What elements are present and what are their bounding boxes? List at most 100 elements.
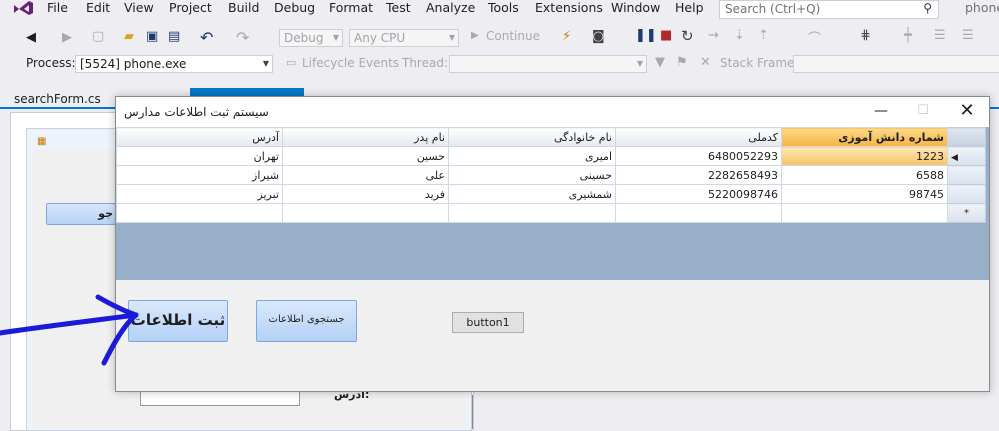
format-icon[interactable]: ⋕ <box>860 28 871 43</box>
cell-national-code[interactable]: 6480052293 <box>615 146 782 166</box>
menu-view[interactable]: View <box>124 0 154 18</box>
configuration-combo[interactable]: Debug ▼ <box>279 29 343 47</box>
continue-play-icon: ▶ <box>471 30 479 41</box>
register-info-button[interactable]: ثبت اطلاعات <box>128 300 228 342</box>
align-left-icon[interactable]: ☰ <box>934 28 946 43</box>
row-header[interactable] <box>947 165 986 185</box>
table-row-new[interactable]: * <box>116 203 986 223</box>
menu-extensions[interactable]: Extensions <box>535 0 603 18</box>
minimize-icon[interactable]: — <box>866 99 896 125</box>
menu-test[interactable]: Test <box>386 0 411 18</box>
search-info-button[interactable]: جستجوی اطلاعات <box>256 300 357 342</box>
search-input[interactable]: Search (Ctrl+Q) ⚲ <box>719 0 939 19</box>
hot-reload-icon[interactable]: ⚡ <box>562 29 571 44</box>
cell-national-code[interactable]: 2282658493 <box>615 165 782 185</box>
new-row-marker[interactable]: * <box>947 203 986 223</box>
table-row[interactable]: شیراز علی حسینی 2282658493 6588 <box>116 165 986 185</box>
column-header-national-code[interactable]: کدملی <box>615 127 782 147</box>
menu-edit[interactable]: Edit <box>86 0 110 18</box>
forward-icon[interactable]: ▶ <box>62 30 72 45</box>
chevron-down-icon: ▼ <box>448 33 455 42</box>
row-header-current[interactable]: ◀ <box>947 146 986 166</box>
flag-icon[interactable]: ⚑ <box>676 55 688 70</box>
process-combo[interactable]: [5524] phone.exe ▼ <box>75 55 273 73</box>
window-title: سیستم ثبت اطلاعات مدارس <box>124 105 269 119</box>
cell-student-number[interactable]: 98745 <box>781 184 948 204</box>
menu-project[interactable]: Project <box>169 0 212 18</box>
toggle-icon[interactable]: ✕ <box>700 55 711 70</box>
cell-address[interactable]: تهران <box>116 146 283 166</box>
platform-combo[interactable]: Any CPU ▼ <box>349 29 459 47</box>
menu-build[interactable]: Build <box>228 0 259 18</box>
cell-empty[interactable] <box>116 203 283 223</box>
designer-search-button[interactable]: جو <box>46 203 116 225</box>
back-icon[interactable]: ◀ <box>26 30 36 45</box>
tab-searchform[interactable]: searchForm.cs <box>0 88 112 108</box>
column-header-last-name[interactable]: نام خانوادگی <box>448 127 616 147</box>
stack-frame-combo[interactable] <box>793 55 999 73</box>
table-row[interactable]: تبریز فرید شمشیری 5220098746 98745 <box>116 184 986 204</box>
column-header-address[interactable]: آدرس <box>116 127 283 147</box>
button1[interactable]: button1 <box>452 312 524 333</box>
step-into-icon[interactable]: → <box>708 28 719 43</box>
menu-file[interactable]: File <box>47 0 68 18</box>
cell-father-name[interactable]: فرید <box>282 184 449 204</box>
menu-tools[interactable]: Tools <box>488 0 519 18</box>
align-center-icon[interactable]: ☰ <box>962 28 974 43</box>
cell-last-name[interactable]: حسینی <box>448 165 616 185</box>
step-out-icon[interactable]: ⇡ <box>758 28 769 43</box>
filter-icon[interactable]: ▼ <box>655 55 665 70</box>
close-icon[interactable]: ✕ <box>952 99 982 125</box>
lifecycle-events-button[interactable]: Lifecycle Events <box>302 54 399 72</box>
search-button-label: جستجوی اطلاعات <box>268 314 345 325</box>
align-icon[interactable]: ┿ <box>904 28 912 43</box>
search-icon: ⚲ <box>923 1 932 15</box>
column-header-student-number[interactable]: شماره دانش آموزی <box>781 127 948 147</box>
cell-address[interactable]: تبریز <box>116 184 283 204</box>
undo-icon[interactable]: ↶ <box>200 28 213 47</box>
cell-empty[interactable] <box>615 203 782 223</box>
register-button-label: ثبت اطلاعات <box>130 311 226 329</box>
grid-corner-header[interactable] <box>947 127 986 147</box>
row-header[interactable] <box>947 184 986 204</box>
pause-icon[interactable]: ❚❚ <box>635 28 657 43</box>
cell-address[interactable]: شیراز <box>116 165 283 185</box>
window-titlebar[interactable]: سیستم ثبت اطلاعات مدارس — ☐ ✕ <box>116 97 989 127</box>
stop-icon[interactable]: ■ <box>660 28 672 43</box>
lifecycle-icon: ▭ <box>286 56 297 69</box>
new-item-icon[interactable]: ▢ <box>92 29 104 44</box>
menu-analyze[interactable]: Analyze <box>426 0 475 18</box>
cell-father-name[interactable]: علی <box>282 165 449 185</box>
redo-icon[interactable]: ↷ <box>236 28 249 47</box>
maximize-icon[interactable]: ☐ <box>908 99 938 125</box>
students-datagrid[interactable]: آدرس نام پدر نام خانوادگی کدملی شماره دا… <box>116 127 989 280</box>
menu-format[interactable]: Format <box>329 0 373 18</box>
continue-button[interactable]: Continue <box>486 27 540 45</box>
save-icon[interactable]: ▣ <box>146 29 158 44</box>
visual-studio-logo-icon[interactable] <box>12 0 34 16</box>
table-row[interactable]: تهران حسین امیری 6480052293 1223 ◀ <box>116 146 986 166</box>
save-all-icon[interactable]: ▤ <box>168 29 180 44</box>
comment-icon[interactable]: ⌒ <box>808 28 821 47</box>
cell-empty[interactable] <box>448 203 616 223</box>
restart-icon[interactable]: ↻ <box>681 27 694 45</box>
open-folder-icon[interactable]: ▰ <box>124 29 134 44</box>
cell-empty[interactable] <box>282 203 449 223</box>
cell-last-name[interactable]: شمشیری <box>448 184 616 204</box>
cell-national-code[interactable]: 5220098746 <box>615 184 782 204</box>
cell-student-number[interactable]: 6588 <box>781 165 948 185</box>
menu-help[interactable]: Help <box>675 0 704 18</box>
screenshot-icon[interactable]: ◙ <box>592 29 605 44</box>
configuration-value: Debug <box>284 31 324 45</box>
menu-window[interactable]: Window <box>611 0 660 18</box>
thread-label: Thread: <box>402 56 449 70</box>
cell-last-name[interactable]: امیری <box>448 146 616 166</box>
cell-student-number[interactable]: 1223 <box>781 146 948 166</box>
cell-father-name[interactable]: حسین <box>282 146 449 166</box>
step-over-icon[interactable]: ⇣ <box>734 28 745 43</box>
cell-empty[interactable] <box>781 203 948 223</box>
menu-debug[interactable]: Debug <box>274 0 315 18</box>
stack-frame-label: Stack Frame: <box>720 56 799 70</box>
column-header-father-name[interactable]: نام پدر <box>282 127 449 147</box>
thread-combo[interactable]: ▼ <box>449 55 647 73</box>
